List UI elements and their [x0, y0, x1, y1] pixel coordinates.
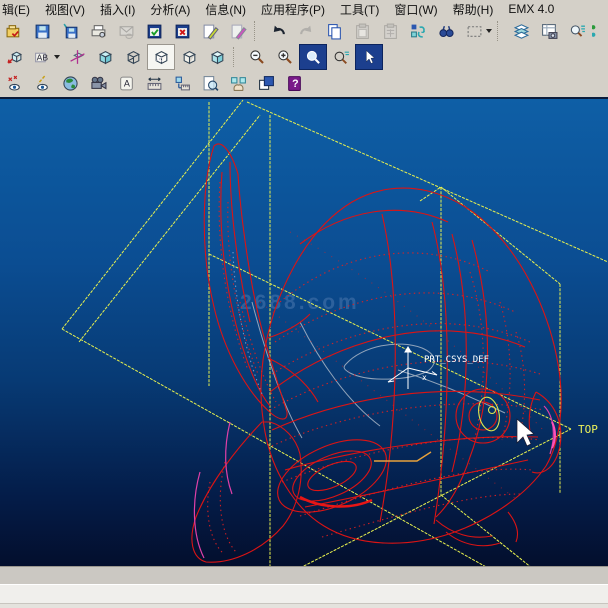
- selection-filter-icon[interactable]: [460, 18, 488, 44]
- svg-text:?: ?: [292, 78, 298, 90]
- window-activate-icon[interactable]: [140, 18, 168, 44]
- zoom-out-icon[interactable]: [243, 44, 271, 70]
- menu-info[interactable]: 信息(N): [205, 1, 246, 18]
- datum-planes: [62, 100, 608, 568]
- annotation-ab-icon[interactable]: AB: [28, 44, 56, 70]
- datum-plane-label-top[interactable]: TOP: [578, 423, 598, 436]
- point-cloud: [208, 182, 545, 554]
- highlighted-edge[interactable]: [374, 452, 431, 461]
- axis-display-icon[interactable]: [28, 71, 56, 97]
- menu-insert[interactable]: 插入(I): [100, 1, 135, 18]
- menu-window[interactable]: 窗口(W): [394, 1, 437, 18]
- menu-tools[interactable]: 工具(T): [340, 1, 379, 18]
- fish-wireframe[interactable]: [192, 144, 561, 562]
- info-preview-icon[interactable]: [196, 71, 224, 97]
- find-icon[interactable]: [432, 18, 460, 44]
- globe-icon[interactable]: [56, 71, 84, 97]
- point-display-icon[interactable]: [0, 71, 28, 97]
- status-bar: [0, 566, 608, 585]
- cad-application-window: 辑(E) 视图(V) 插入(I) 分析(A) 信息(N) 应用程序(P) 工具(…: [0, 0, 608, 608]
- no-hidden-cube-icon[interactable]: [175, 44, 203, 70]
- window-tile-icon[interactable]: [252, 71, 280, 97]
- copy-icon[interactable]: [320, 18, 348, 44]
- watermark-text: 2688.com: [240, 291, 360, 314]
- layers-icon[interactable]: [507, 18, 535, 44]
- regenerate-icon[interactable]: [404, 18, 432, 44]
- mail-icon[interactable]: [112, 18, 140, 44]
- message-area[interactable]: [0, 584, 608, 604]
- toolbar-view: AB: [0, 44, 608, 70]
- mouse-cursor-icon: [517, 419, 534, 446]
- annotation-ab-caret-icon[interactable]: [54, 55, 60, 59]
- zoom-in-icon[interactable]: [271, 44, 299, 70]
- saved-views-icon[interactable]: [0, 44, 28, 70]
- model-scene: 2688.com TOP: [0, 99, 608, 568]
- shaded-cube-icon[interactable]: [91, 44, 119, 70]
- enhanced-shaded-cube-icon[interactable]: [203, 44, 231, 70]
- toolbar-separator: [497, 21, 505, 41]
- model-markup-icon[interactable]: [196, 18, 224, 44]
- save-icon[interactable]: [28, 18, 56, 44]
- menu-analysis[interactable]: 分析(A): [150, 1, 190, 18]
- view-camera-icon[interactable]: [84, 71, 112, 97]
- new-model-icon[interactable]: [0, 18, 28, 44]
- toolbar-separator: [254, 21, 262, 41]
- refit-icon[interactable]: [299, 44, 327, 70]
- menu-edit[interactable]: 辑(E): [2, 1, 30, 18]
- undo-icon[interactable]: [264, 18, 292, 44]
- paste-special-icon[interactable]: [376, 18, 404, 44]
- menu-view[interactable]: 视图(V): [45, 1, 85, 18]
- select-arrow-icon[interactable]: [355, 44, 383, 70]
- csys-label[interactable]: PRT_CSYS_DEF: [424, 355, 489, 365]
- message-area-lower: [0, 603, 608, 608]
- zoom-window-icon[interactable]: [327, 44, 355, 70]
- drag-handles-icon[interactable]: [224, 71, 252, 97]
- toolbar-separator: [233, 47, 241, 67]
- model-size-icon[interactable]: [168, 71, 196, 97]
- datum-display-icon[interactable]: [63, 44, 91, 70]
- hidden-line-cube-icon[interactable]: [147, 44, 175, 70]
- menu-bar: 辑(E) 视图(V) 插入(I) 分析(A) 信息(N) 应用程序(P) 工具(…: [0, 0, 608, 18]
- svg-text:A: A: [123, 79, 129, 89]
- view-manager-icon[interactable]: [563, 18, 591, 44]
- menu-emx[interactable]: EMX 4.0: [508, 2, 554, 16]
- toolbar-datum-display: A ?: [0, 70, 608, 97]
- help-icon[interactable]: ?: [280, 71, 308, 97]
- annotation-display-icon[interactable]: A: [112, 71, 140, 97]
- toolbar-file: [0, 18, 608, 44]
- redo-icon[interactable]: [292, 18, 320, 44]
- status-message: [0, 567, 608, 573]
- clipped-edge-icon[interactable]: [591, 18, 603, 44]
- save-a-copy-icon[interactable]: [56, 18, 84, 44]
- wireframe-cube-icon[interactable]: [119, 44, 147, 70]
- print-icon[interactable]: [84, 18, 112, 44]
- measure-icon[interactable]: [140, 71, 168, 97]
- selection-filter-caret-icon[interactable]: [486, 29, 492, 33]
- csys-axis-x-label: x: [422, 373, 427, 382]
- model-tree-icon[interactable]: [535, 18, 563, 44]
- paste-icon[interactable]: [348, 18, 376, 44]
- window-close-icon[interactable]: [168, 18, 196, 44]
- cleanup-icon[interactable]: [224, 18, 252, 44]
- menu-help[interactable]: 帮助(H): [453, 1, 494, 18]
- svg-text:AB: AB: [36, 52, 48, 62]
- 3d-viewport[interactable]: 2688.com TOP: [0, 97, 608, 568]
- menu-applications[interactable]: 应用程序(P): [261, 1, 325, 18]
